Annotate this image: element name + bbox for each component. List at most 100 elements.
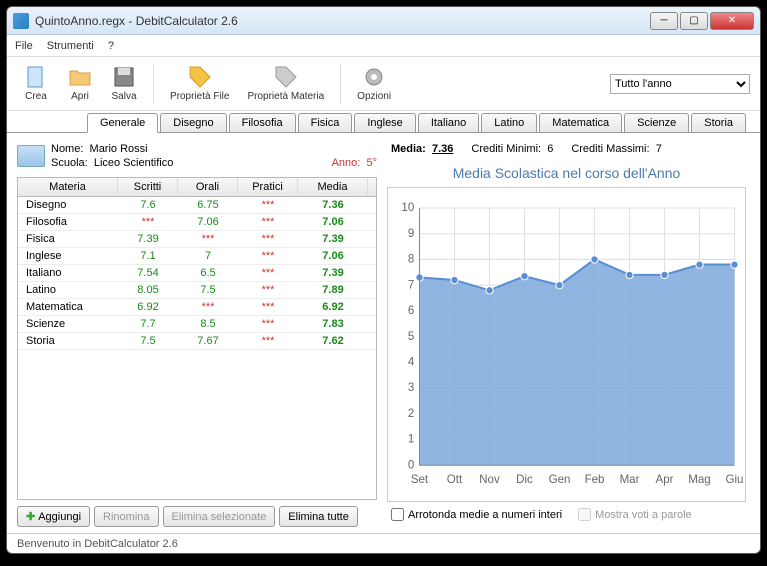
menu-help[interactable]: ? <box>108 40 114 52</box>
chart-area: 012345678910SetOttNovDicGenFebMarAprMagG… <box>387 187 746 502</box>
tab-generale[interactable]: Generale <box>87 113 158 133</box>
svg-text:2: 2 <box>408 408 414 420</box>
tabs: GeneraleDisegnoFilosofiaFisicaIngleseIta… <box>7 111 760 133</box>
table-row[interactable]: Matematica6.92******6.92 <box>18 299 376 316</box>
tab-matematica[interactable]: Matematica <box>539 113 622 132</box>
rinomina-button[interactable]: Rinomina <box>94 506 158 527</box>
table-row[interactable]: Storia7.57.67***7.62 <box>18 333 376 350</box>
svg-text:Nov: Nov <box>479 474 500 486</box>
crediti-max-label: Crediti Massimi: <box>571 143 649 155</box>
col-orali[interactable]: Orali <box>178 178 238 196</box>
apri-button[interactable]: Apri <box>61 63 99 104</box>
media-value: 7.36 <box>432 143 453 155</box>
svg-text:Mag: Mag <box>688 474 710 486</box>
tab-disegno[interactable]: Disegno <box>160 113 226 132</box>
table-row[interactable]: Inglese7.17***7.06 <box>18 248 376 265</box>
scuola-label: Scuola: <box>51 157 88 169</box>
stats-bar: Media: 7.36 Crediti Minimi: 6 Crediti Ma… <box>383 139 750 159</box>
tab-italiano[interactable]: Italiano <box>418 113 479 132</box>
svg-text:Feb: Feb <box>585 474 605 486</box>
tab-storia[interactable]: Storia <box>691 113 746 132</box>
crediti-min-value: 6 <box>547 143 553 155</box>
chart-svg: 012345678910SetOttNovDicGenFebMarAprMagG… <box>388 188 745 501</box>
folder-open-icon <box>68 65 92 89</box>
titlebar[interactable]: QuintoAnno.regx - DebitCalculator 2.6 ─ … <box>7 7 760 35</box>
svg-text:0: 0 <box>408 459 414 471</box>
anno-value: 5° <box>366 157 377 169</box>
table-row[interactable]: Scienze7.78.5***7.83 <box>18 316 376 333</box>
media-label: Media: <box>391 143 426 155</box>
salva-button[interactable]: Salva <box>105 63 143 104</box>
chart-options: Arrotonda medie a numeri interi Mostra v… <box>383 502 750 527</box>
svg-text:6: 6 <box>408 305 414 317</box>
maximize-button[interactable]: ▢ <box>680 12 708 30</box>
statusbar: Benvenuto in DebitCalculator 2.6 <box>7 533 760 553</box>
col-scritti[interactable]: Scritti <box>118 178 178 196</box>
svg-text:Gen: Gen <box>549 474 571 486</box>
opzioni-button[interactable]: Opzioni <box>351 63 397 104</box>
minimize-button[interactable]: ─ <box>650 12 678 30</box>
svg-text:Mar: Mar <box>620 474 640 486</box>
window-title: QuintoAnno.regx - DebitCalculator 2.6 <box>35 14 650 28</box>
svg-text:Apr: Apr <box>656 474 674 486</box>
parole-check[interactable]: Mostra voti a parole <box>578 508 692 521</box>
svg-text:Set: Set <box>411 474 429 486</box>
table-row[interactable]: Disegno7.66.75***7.36 <box>18 197 376 214</box>
elimina-tutte-button[interactable]: Elimina tutte <box>279 506 358 527</box>
app-icon <box>13 13 29 29</box>
aggiungi-button[interactable]: ✚Aggiungi <box>17 506 90 527</box>
menu-file[interactable]: File <box>15 40 33 52</box>
svg-text:Ott: Ott <box>447 474 463 486</box>
crea-button[interactable]: Crea <box>17 63 55 104</box>
chart-title: Media Scolastica nel corso dell'Anno <box>383 159 750 187</box>
app-window: QuintoAnno.regx - DebitCalculator 2.6 ─ … <box>6 6 761 554</box>
menu-strumenti[interactable]: Strumenti <box>47 40 94 52</box>
arrotonda-check[interactable]: Arrotonda medie a numeri interi <box>391 508 562 521</box>
id-card-icon <box>17 145 45 167</box>
separator <box>340 64 341 104</box>
table-buttons: ✚Aggiungi Rinomina Elimina selezionate E… <box>17 506 377 527</box>
table-row[interactable]: Latino8.057.5***7.89 <box>18 282 376 299</box>
content: Nome: Mario Rossi Scuola: Liceo Scientif… <box>7 133 760 533</box>
anno-label: Anno: <box>332 157 361 169</box>
menubar: File Strumenti ? <box>7 35 760 57</box>
col-materia[interactable]: Materia <box>18 178 118 196</box>
status-text: Benvenuto in DebitCalculator 2.6 <box>17 538 178 550</box>
table-row[interactable]: Fisica7.39******7.39 <box>18 231 376 248</box>
svg-text:3: 3 <box>408 382 414 394</box>
prop-materia-button[interactable]: Proprietà Materia <box>241 63 330 104</box>
right-panel: Media: 7.36 Crediti Minimi: 6 Crediti Ma… <box>383 139 750 527</box>
separator <box>153 64 154 104</box>
col-media[interactable]: Media <box>298 178 368 196</box>
svg-text:7: 7 <box>408 279 414 291</box>
crediti-min-label: Crediti Minimi: <box>471 143 541 155</box>
nome-label: Nome: <box>51 143 83 155</box>
tab-fisica[interactable]: Fisica <box>298 113 353 132</box>
elimina-sel-button[interactable]: Elimina selezionate <box>163 506 276 527</box>
svg-text:4: 4 <box>408 357 415 369</box>
plus-icon: ✚ <box>26 510 35 523</box>
toolbar: Crea Apri Salva Proprietà File Proprietà… <box>7 57 760 111</box>
tab-filosofia[interactable]: Filosofia <box>229 113 296 132</box>
svg-text:Giu: Giu <box>726 474 744 486</box>
nome-value: Mario Rossi <box>90 143 148 155</box>
table-row[interactable]: Filosofia***7.06***7.06 <box>18 214 376 231</box>
close-button[interactable]: ✕ <box>710 12 754 30</box>
tab-scienze[interactable]: Scienze <box>624 113 689 132</box>
table-row[interactable]: Italiano7.546.5***7.39 <box>18 265 376 282</box>
svg-text:Dic: Dic <box>516 474 533 486</box>
prop-file-button[interactable]: Proprietà File <box>164 63 235 104</box>
tab-inglese[interactable]: Inglese <box>354 113 415 132</box>
tag-icon <box>188 65 212 89</box>
svg-text:9: 9 <box>408 228 414 240</box>
col-pratici[interactable]: Pratici <box>238 178 298 196</box>
svg-text:10: 10 <box>401 202 414 214</box>
period-select[interactable]: Tutto l'anno <box>610 74 750 94</box>
tag-grey-icon <box>274 65 298 89</box>
grades-table: Materia Scritti Orali Pratici Media Dise… <box>17 177 377 500</box>
period-select-wrap: Tutto l'anno <box>610 74 750 94</box>
gear-icon <box>362 65 386 89</box>
scuola-value: Liceo Scientifico <box>94 157 174 169</box>
crediti-max-value: 7 <box>656 143 662 155</box>
tab-latino[interactable]: Latino <box>481 113 537 132</box>
